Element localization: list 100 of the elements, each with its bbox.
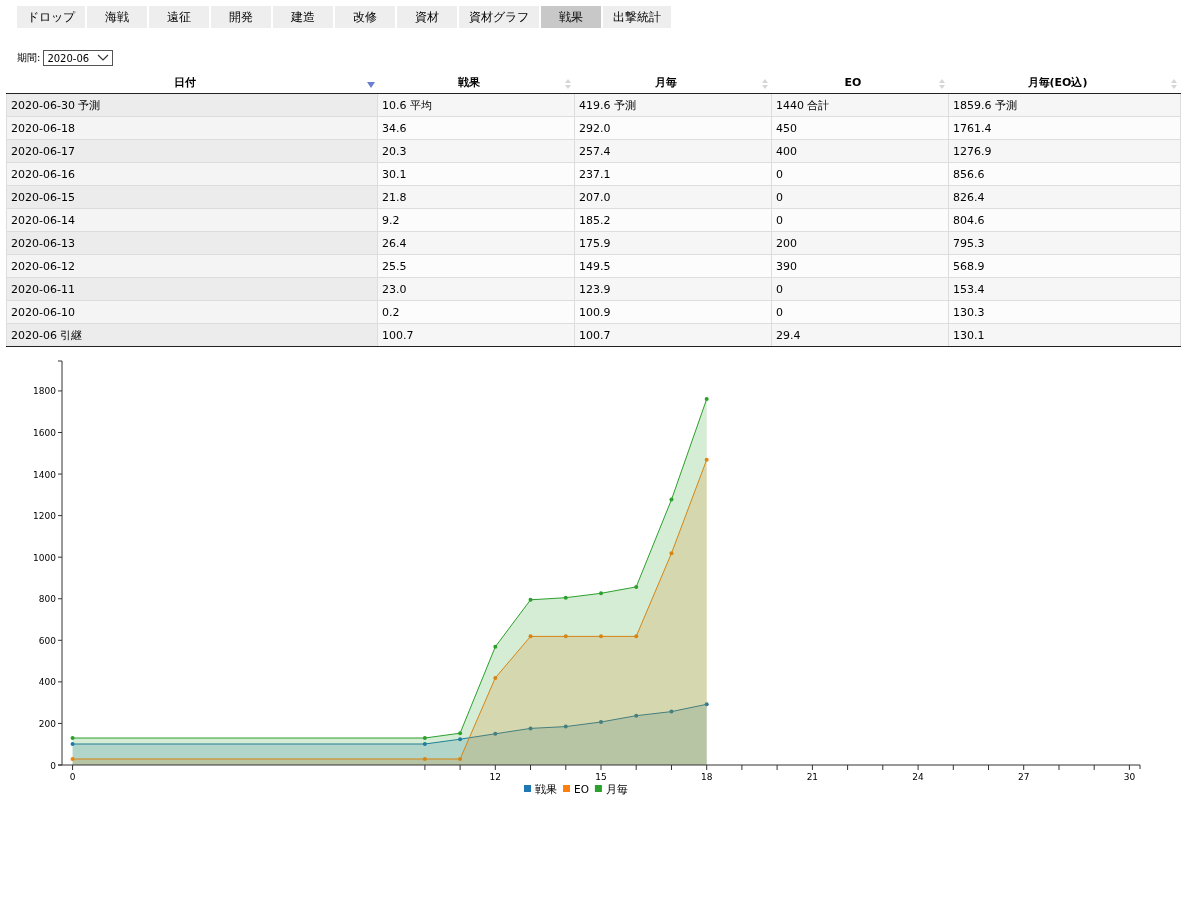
tab[interactable]: 遠征: [149, 6, 209, 28]
table-cell: 100.9: [574, 300, 772, 324]
table-cell: 2020-06-30 予測: [6, 93, 378, 117]
table-cell: 100.7: [574, 323, 772, 347]
data-point: [528, 597, 533, 602]
axis-tick-label: 1800: [33, 386, 56, 397]
data-point: [493, 644, 498, 649]
table-cell: 419.6 予測: [574, 93, 772, 117]
tab[interactable]: 開発: [211, 6, 271, 28]
table-cell: 175.9: [574, 231, 772, 255]
axis-tick-label: 0: [69, 772, 76, 782]
table-cell: 21.8: [377, 185, 575, 209]
table-cell: 2020-06-14: [6, 208, 378, 232]
legend-label: EO: [574, 782, 589, 795]
period-select[interactable]: 2020-06: [43, 50, 114, 66]
axis-tick-label: 1200: [33, 511, 56, 522]
table-cell: 2020-06-16: [6, 162, 378, 186]
data-point: [634, 584, 639, 589]
table-cell: 23.0: [377, 277, 575, 301]
data-point: [704, 397, 709, 402]
period-label: 期間:: [17, 51, 41, 65]
table-cell: 2020-06-12: [6, 254, 378, 278]
tab[interactable]: 海戦: [87, 6, 147, 28]
axis-tick-label: 0: [50, 760, 56, 771]
data-point: [563, 634, 568, 639]
column-header[interactable]: 月毎: [574, 71, 772, 94]
column-header[interactable]: 月毎(EO込): [948, 71, 1181, 94]
axis-tick-label: 30: [1123, 772, 1136, 782]
table-cell: 1859.6 予測: [948, 93, 1181, 117]
table-cell: 30.1: [377, 162, 575, 186]
table-cell: 2020-06-18: [6, 116, 378, 140]
table-cell: 20.3: [377, 139, 575, 163]
tab[interactable]: 建造: [273, 6, 333, 28]
table-cell: 25.5: [377, 254, 575, 278]
table-cell: 400: [771, 139, 949, 163]
table-cell: 1440 合計: [771, 93, 949, 117]
table-cell: 2020-06-11: [6, 277, 378, 301]
table-cell: 2020-06-10: [6, 300, 378, 324]
table-cell: 29.4: [771, 323, 949, 347]
tab[interactable]: 戦果: [541, 6, 601, 28]
table-cell: 450: [771, 116, 949, 140]
data-point: [493, 675, 498, 680]
table-cell: 237.1: [574, 162, 772, 186]
axis-tick-label: 600: [38, 635, 56, 646]
data-point: [422, 742, 427, 746]
table-cell: 149.5: [574, 254, 772, 278]
table-cell: 0: [771, 185, 949, 209]
table-cell: 0: [771, 208, 949, 232]
data-point: [70, 742, 75, 746]
tab[interactable]: 出撃統計: [603, 6, 671, 28]
table-cell: 1276.9: [948, 139, 1181, 163]
axis-tick-label: 1000: [33, 552, 56, 563]
table-cell: 1761.4: [948, 116, 1181, 140]
table-cell: 826.4: [948, 185, 1181, 209]
tab[interactable]: 資材: [397, 6, 457, 28]
data-point: [669, 497, 674, 502]
data-point: [669, 551, 674, 556]
table-cell: 123.9: [574, 277, 772, 301]
axis-tick-label: 1600: [33, 428, 56, 438]
data-point: [563, 724, 568, 729]
data-point: [563, 595, 568, 600]
tab[interactable]: 改修: [335, 6, 395, 28]
data-point: [70, 736, 75, 740]
table-cell: 2020-06-15: [6, 185, 378, 209]
data-point: [493, 731, 498, 736]
table-cell: 130.1: [948, 323, 1181, 347]
axis-tick-label: 27: [1018, 772, 1030, 782]
table-cell: 200: [771, 231, 949, 255]
table-cell: 804.6: [948, 208, 1181, 232]
legend-label: 戦果: [535, 782, 557, 795]
axis-tick-label: 800: [38, 594, 56, 605]
table-cell: 292.0: [574, 116, 772, 140]
table-cell: 0: [771, 300, 949, 324]
table-cell: 207.0: [574, 185, 772, 209]
data-point: [669, 709, 674, 714]
data-point: [634, 713, 639, 718]
axis-tick-label: 15: [595, 772, 607, 782]
axis-tick-label: 12: [489, 772, 502, 782]
table-cell: 0: [771, 162, 949, 186]
table-cell: 795.3: [948, 231, 1181, 255]
table-cell: 26.4: [377, 231, 575, 255]
tab[interactable]: 資材グラフ: [459, 6, 539, 28]
column-header[interactable]: 戦果: [377, 71, 575, 94]
table-cell: 2020-06-13: [6, 231, 378, 255]
axis-tick-label: 18: [700, 772, 713, 782]
table-cell: 257.4: [574, 139, 772, 163]
data-point: [528, 726, 533, 731]
column-header[interactable]: 日付: [6, 71, 378, 94]
column-header[interactable]: EO: [771, 71, 949, 94]
table-cell: 2020-06-17: [6, 139, 378, 163]
axis-tick-label: 400: [38, 677, 56, 688]
tab[interactable]: ドロップ: [17, 6, 85, 28]
table-cell: 9.2: [377, 208, 575, 232]
axis-tick-label: 200: [38, 718, 56, 729]
data-point: [599, 720, 603, 724]
data-point: [528, 634, 533, 639]
axis-tick-label: 24: [912, 772, 924, 782]
table-cell: 185.2: [574, 208, 772, 232]
table-cell: 10.6 平均: [377, 93, 575, 117]
axis-tick-label: 21: [806, 772, 819, 782]
